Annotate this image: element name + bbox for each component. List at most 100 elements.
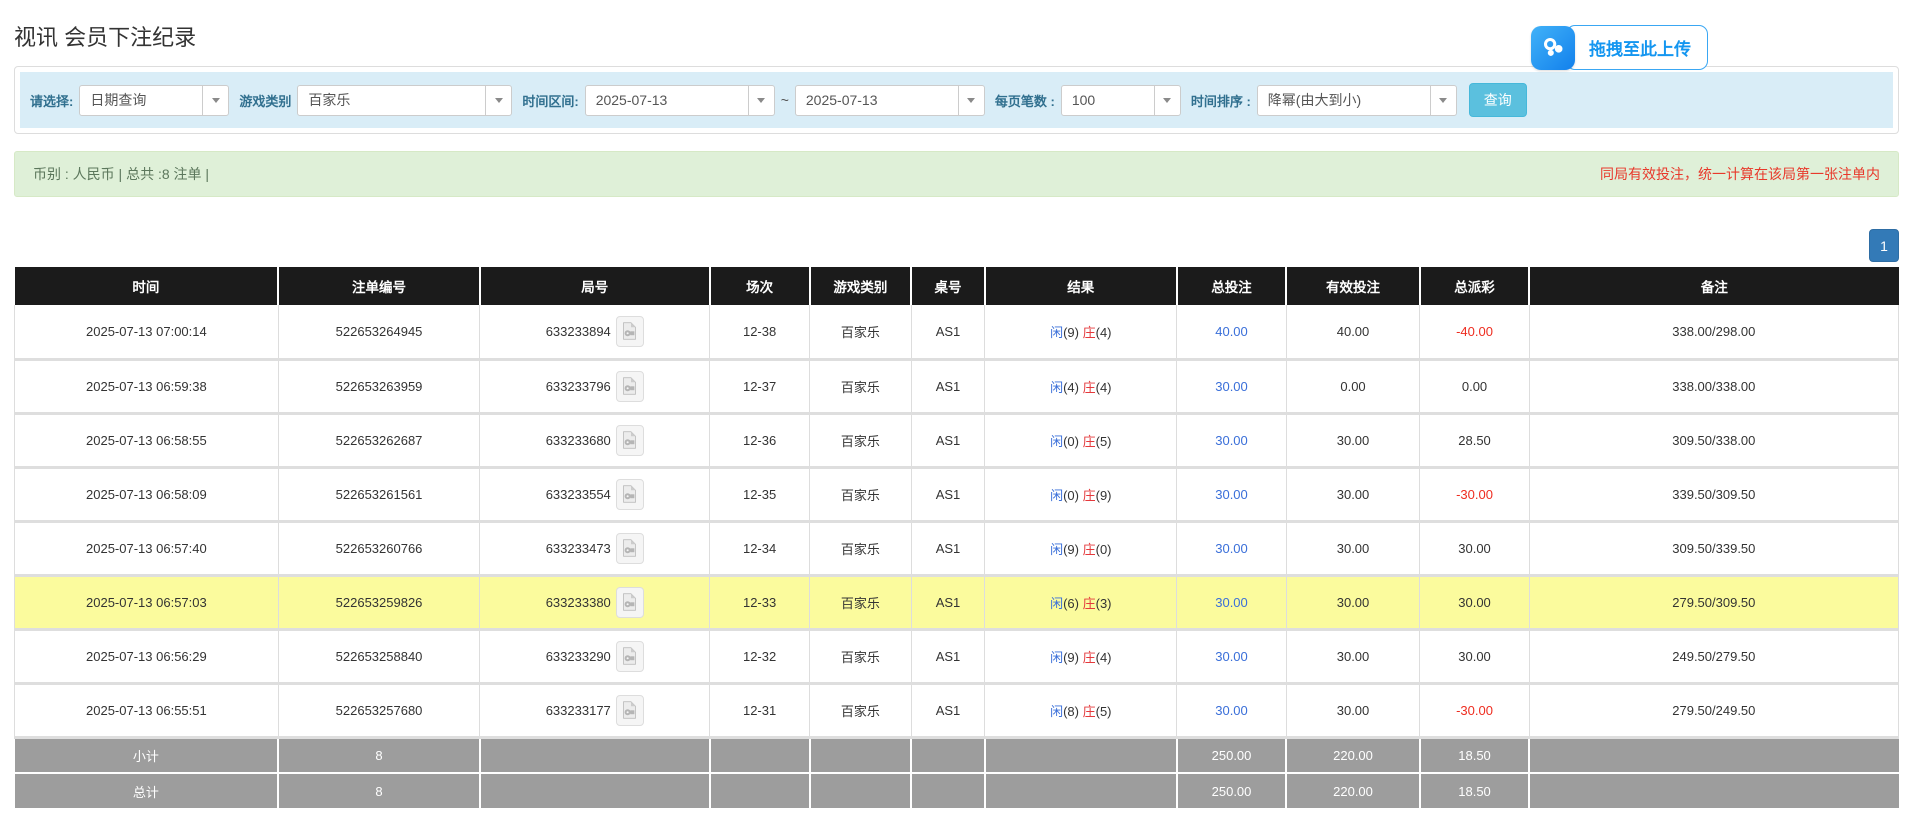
table-row: 2025-07-13 06:58:55 522653262687 6332336… bbox=[15, 413, 1899, 467]
total-bet-link[interactable]: 30.00 bbox=[1177, 575, 1286, 629]
notice-text: 同局有效投注，统一计算在该局第一张注单内 bbox=[1600, 164, 1880, 184]
summary-valid-bet-cell: 220.00 bbox=[1286, 773, 1420, 809]
banker-result: 庄 bbox=[1083, 380, 1096, 395]
valid-bet-cell: 40.00 bbox=[1286, 305, 1420, 359]
payout-cell: -30.00 bbox=[1420, 683, 1529, 737]
valid-bet-cell: 30.00 bbox=[1286, 521, 1420, 575]
payout-cell: 30.00 bbox=[1420, 575, 1529, 629]
total-bet-link[interactable]: 30.00 bbox=[1177, 683, 1286, 737]
result-cell: 闲(9) 庄(0) bbox=[985, 521, 1177, 575]
banker-result: 庄 bbox=[1083, 704, 1096, 719]
note-cell: 279.50/309.50 bbox=[1529, 575, 1898, 629]
valid-bet-cell: 0.00 bbox=[1286, 359, 1420, 413]
table-no-cell: AS1 bbox=[911, 629, 984, 683]
player-result: 闲 bbox=[1050, 434, 1063, 449]
search-button[interactable]: 查询 bbox=[1469, 83, 1527, 117]
table-row: 2025-07-13 07:00:14 522653264945 6332338… bbox=[15, 305, 1899, 359]
round-cell: 633233680 bbox=[480, 413, 710, 467]
round-id: 633233177 bbox=[546, 703, 611, 718]
video-replay-button[interactable] bbox=[616, 533, 644, 564]
payout-cell: 28.50 bbox=[1420, 413, 1529, 467]
note-cell: 339.50/309.50 bbox=[1529, 467, 1898, 521]
round-cell: 633233894 bbox=[480, 305, 710, 359]
game-type-cell: 百家乐 bbox=[810, 521, 912, 575]
time-sort-value: 降幂(由大到小) bbox=[1258, 90, 1430, 110]
video-replay-button[interactable] bbox=[616, 316, 644, 347]
total-bet-link[interactable]: 30.00 bbox=[1177, 359, 1286, 413]
time-cell: 2025-07-13 06:59:38 bbox=[15, 359, 279, 413]
note-cell: 338.00/298.00 bbox=[1529, 305, 1898, 359]
column-header: 总投注 bbox=[1177, 267, 1286, 305]
page-size-value: 100 bbox=[1062, 92, 1154, 108]
round-cell: 633233290 bbox=[480, 629, 710, 683]
table-no-cell: AS1 bbox=[911, 359, 984, 413]
date-from-value: 2025-07-13 bbox=[586, 92, 748, 108]
game-type-cell: 百家乐 bbox=[810, 629, 912, 683]
valid-bet-cell: 30.00 bbox=[1286, 629, 1420, 683]
video-replay-button[interactable] bbox=[616, 641, 644, 672]
game-type-label: 游戏类别 bbox=[239, 91, 291, 110]
column-header: 时间 bbox=[15, 267, 279, 305]
column-header: 结果 bbox=[985, 267, 1177, 305]
query-type-label: 请选择: bbox=[30, 91, 73, 110]
total-bet-link[interactable]: 30.00 bbox=[1177, 467, 1286, 521]
summary-payout-cell: 18.50 bbox=[1420, 737, 1529, 773]
valid-bet-cell: 30.00 bbox=[1286, 413, 1420, 467]
summary-valid-bet-cell: 220.00 bbox=[1286, 737, 1420, 773]
page-1-button[interactable]: 1 bbox=[1869, 229, 1899, 262]
chevron-down-icon bbox=[485, 86, 511, 115]
table-no-cell: AS1 bbox=[911, 683, 984, 737]
session-cell: 12-35 bbox=[710, 467, 810, 521]
column-header: 局号 bbox=[480, 267, 710, 305]
payout-cell: -30.00 bbox=[1420, 467, 1529, 521]
note-cell: 338.00/338.00 bbox=[1529, 359, 1898, 413]
payout-cell: 30.00 bbox=[1420, 521, 1529, 575]
game-type-select[interactable]: 百家乐 bbox=[297, 85, 512, 116]
time-cell: 2025-07-13 06:57:40 bbox=[15, 521, 279, 575]
video-replay-button[interactable] bbox=[616, 479, 644, 510]
upload-label: 拖拽至此上传 bbox=[1566, 25, 1708, 70]
round-cell: 633233796 bbox=[480, 359, 710, 413]
payout-cell: 0.00 bbox=[1420, 359, 1529, 413]
bet-id-cell: 522653264945 bbox=[278, 305, 480, 359]
time-cell: 2025-07-13 07:00:14 bbox=[15, 305, 279, 359]
column-header: 备注 bbox=[1529, 267, 1898, 305]
result-cell: 闲(9) 庄(4) bbox=[985, 629, 1177, 683]
time-cell: 2025-07-13 06:56:29 bbox=[15, 629, 279, 683]
query-type-select[interactable]: 日期查询 bbox=[79, 85, 229, 116]
date-from-select[interactable]: 2025-07-13 bbox=[585, 85, 775, 116]
payout-cell: 30.00 bbox=[1420, 629, 1529, 683]
summary-row: 小计 8 250.00 220.00 18.50 bbox=[15, 737, 1899, 773]
query-type-value: 日期查询 bbox=[80, 90, 202, 110]
total-bet-link[interactable]: 40.00 bbox=[1177, 305, 1286, 359]
total-bet-link[interactable]: 30.00 bbox=[1177, 413, 1286, 467]
banker-result: 庄 bbox=[1083, 542, 1096, 557]
bet-id-cell: 522653258840 bbox=[278, 629, 480, 683]
video-replay-button[interactable] bbox=[616, 587, 644, 618]
table-row: 2025-07-13 06:57:40 522653260766 6332334… bbox=[15, 521, 1899, 575]
bet-id-cell: 522653257680 bbox=[278, 683, 480, 737]
total-bet-link[interactable]: 30.00 bbox=[1177, 521, 1286, 575]
time-range-label: 时间区间: bbox=[522, 91, 578, 110]
game-type-cell: 百家乐 bbox=[810, 467, 912, 521]
table-no-cell: AS1 bbox=[911, 467, 984, 521]
currency-total-text: 币别 : 人民币 | 总共 :8 注单 | bbox=[33, 164, 209, 184]
drag-upload-dropzone[interactable]: 拖拽至此上传 bbox=[1531, 25, 1708, 70]
video-replay-button[interactable] bbox=[616, 371, 644, 402]
session-cell: 12-37 bbox=[710, 359, 810, 413]
total-bet-link[interactable]: 30.00 bbox=[1177, 629, 1286, 683]
page-size-select[interactable]: 100 bbox=[1061, 85, 1181, 116]
video-replay-button[interactable] bbox=[616, 695, 644, 726]
page: 拖拽至此上传 视讯 会员下注纪录 请选择: 日期查询 游戏类别 百家乐 时间区间… bbox=[0, 20, 1913, 830]
valid-bet-cell: 30.00 bbox=[1286, 467, 1420, 521]
time-cell: 2025-07-13 06:57:03 bbox=[15, 575, 279, 629]
table-row: 2025-07-13 06:58:09 522653261561 6332335… bbox=[15, 467, 1899, 521]
date-to-select[interactable]: 2025-07-13 bbox=[795, 85, 985, 116]
player-result: 闲 bbox=[1050, 325, 1063, 340]
time-sort-select[interactable]: 降幂(由大到小) bbox=[1257, 85, 1457, 116]
game-type-cell: 百家乐 bbox=[810, 413, 912, 467]
video-replay-button[interactable] bbox=[616, 425, 644, 456]
round-id: 633233554 bbox=[546, 487, 611, 502]
bet-id-cell: 522653261561 bbox=[278, 467, 480, 521]
summary-label-cell: 总计 bbox=[15, 773, 279, 809]
